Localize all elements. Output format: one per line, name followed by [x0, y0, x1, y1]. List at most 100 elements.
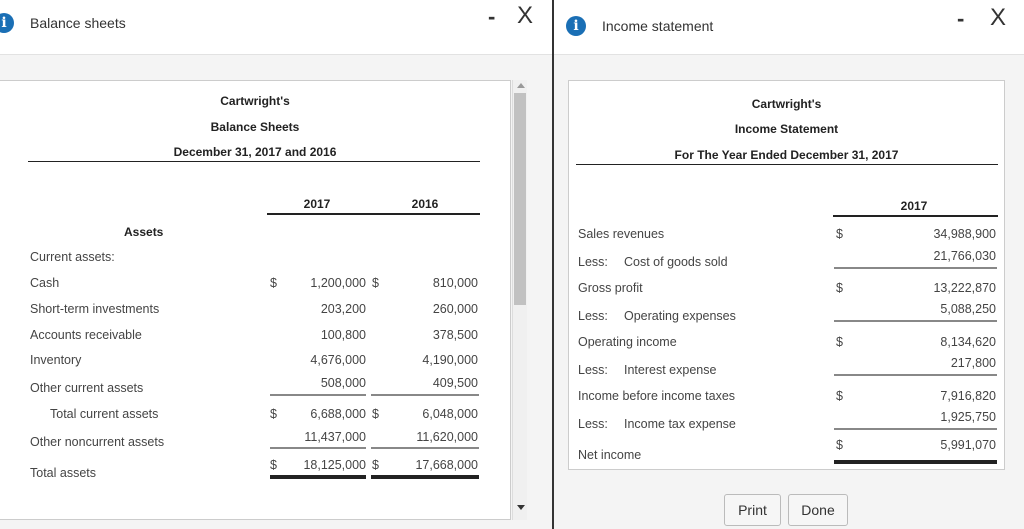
- row-label: Total current assets: [50, 407, 159, 421]
- value-2016: 409,500: [432, 376, 478, 390]
- current-assets-label: Current assets:: [30, 250, 115, 264]
- minimize-button[interactable]: -: [488, 4, 495, 30]
- close-button[interactable]: X: [990, 4, 1006, 32]
- row-label: Cost of goods sold: [624, 255, 728, 269]
- value-2017: 508,000: [320, 376, 366, 390]
- less-label: Less:: [578, 255, 608, 269]
- info-icon: i: [566, 16, 586, 36]
- header-divider: [576, 164, 998, 165]
- scroll-down-icon[interactable]: [517, 505, 525, 510]
- column-2016: 2016: [411, 197, 439, 211]
- subtotal-rule: [834, 320, 997, 322]
- row-label: Inventory: [30, 353, 82, 367]
- print-button[interactable]: Print: [724, 494, 781, 526]
- value-2016: 4,190,000: [422, 353, 478, 367]
- value-2016: 6,048,000: [422, 407, 478, 421]
- row-label: Operating income: [578, 335, 677, 349]
- value-2017: 6,688,000: [310, 407, 366, 421]
- row-label: Short-term investments: [30, 302, 160, 316]
- value-2016: 17,668,000: [415, 458, 478, 472]
- dollar-sign: $: [836, 438, 843, 452]
- dollar-sign: $: [270, 276, 277, 290]
- balance-sheets-window: i Balance sheets - X Cartwright's Balanc…: [0, 0, 552, 529]
- company-name: Cartwright's: [220, 94, 290, 108]
- row-value: 21,766,030: [933, 249, 996, 263]
- row-label: Total assets: [30, 466, 97, 480]
- window-header: i Income statement - X: [554, 0, 1024, 55]
- row-value: 8,134,620: [940, 335, 996, 349]
- value-2017: 4,676,000: [310, 353, 366, 367]
- row-label: Net income: [578, 448, 642, 462]
- value-2016: 260,000: [432, 302, 478, 316]
- dollar-sign: $: [836, 281, 843, 295]
- dollar-sign: $: [372, 407, 379, 421]
- dollar-sign: $: [836, 227, 843, 241]
- row-value: 5,991,070: [940, 438, 996, 452]
- value-2017: 100,800: [320, 328, 366, 342]
- subtotal-rule: [834, 267, 997, 269]
- row-label: Other noncurrent assets: [30, 435, 165, 449]
- dollar-sign: $: [270, 458, 277, 472]
- row-label: Interest expense: [624, 363, 717, 377]
- statement-period: December 31, 2017 and 2016: [173, 145, 337, 159]
- column-header-rule: [833, 215, 998, 217]
- row-value: 217,800: [950, 356, 996, 370]
- subtotal-rule-2017: [270, 447, 366, 449]
- value-2017: 11,437,000: [304, 430, 366, 444]
- row-label: Income before income taxes: [578, 389, 736, 403]
- column-header-rule: [267, 213, 480, 215]
- done-button[interactable]: Done: [788, 494, 848, 526]
- less-label: Less:: [578, 309, 608, 323]
- dollar-sign: $: [270, 407, 277, 421]
- dollar-sign: $: [372, 276, 379, 290]
- income-statement-window: i Income statement - X Cartwright's Inco…: [554, 0, 1024, 529]
- value-2016: 378,500: [432, 328, 478, 342]
- info-icon: i: [0, 13, 14, 33]
- statement-title: Balance Sheets: [210, 120, 300, 134]
- row-label: Other current assets: [30, 381, 144, 395]
- row-label: Accounts receivable: [30, 328, 142, 342]
- row-value: 13,222,870: [933, 281, 996, 295]
- close-button[interactable]: X: [517, 2, 533, 30]
- less-label: Less:: [578, 363, 608, 377]
- subtotal-rule-2016: [371, 394, 479, 396]
- statement-title: Income Statement: [734, 122, 839, 136]
- value-2016: 11,620,000: [416, 430, 478, 444]
- column-2017: 2017: [900, 199, 928, 213]
- dollar-sign: $: [836, 389, 843, 403]
- row-label: Sales revenues: [578, 227, 665, 241]
- assets-heading: Assets: [124, 225, 164, 239]
- scrollbar-thumb[interactable]: [514, 93, 526, 305]
- dollar-sign: $: [836, 335, 843, 349]
- row-label: Gross profit: [578, 281, 643, 295]
- row-label: Operating expenses: [624, 309, 736, 323]
- scroll-up-icon[interactable]: [517, 83, 525, 88]
- subtotal-rule: [834, 428, 997, 430]
- row-label: Income tax expense: [624, 417, 736, 431]
- row-value: 34,988,900: [933, 227, 996, 241]
- subtotal-rule-2017: [270, 394, 366, 396]
- statement-period: For The Year Ended December 31, 2017: [674, 148, 899, 162]
- row-label: Cash: [30, 276, 60, 290]
- minimize-button[interactable]: -: [957, 6, 964, 32]
- dollar-sign: $: [372, 458, 379, 472]
- value-2017: 18,125,000: [303, 458, 366, 472]
- header-divider: [28, 161, 480, 162]
- row-value: 5,088,250: [940, 302, 996, 316]
- value-2016: 810,000: [432, 276, 478, 290]
- value-2017: 203,200: [320, 302, 366, 316]
- subtotal-rule: [834, 374, 997, 376]
- total-double-rule-2017: [270, 475, 366, 479]
- total-double-rule: [834, 460, 997, 464]
- scrollbar[interactable]: [512, 80, 527, 520]
- row-value: 1,925,750: [940, 410, 996, 424]
- less-label: Less:: [578, 417, 608, 431]
- window-title: Income statement: [602, 18, 714, 34]
- total-double-rule-2016: [371, 475, 479, 479]
- subtotal-rule-2016: [371, 447, 479, 449]
- window-title: Balance sheets: [30, 15, 126, 31]
- company-name: Cartwright's: [751, 97, 822, 111]
- value-2017: 1,200,000: [310, 276, 366, 290]
- window-header: i Balance sheets - X: [0, 0, 552, 55]
- column-2017: 2017: [303, 197, 331, 211]
